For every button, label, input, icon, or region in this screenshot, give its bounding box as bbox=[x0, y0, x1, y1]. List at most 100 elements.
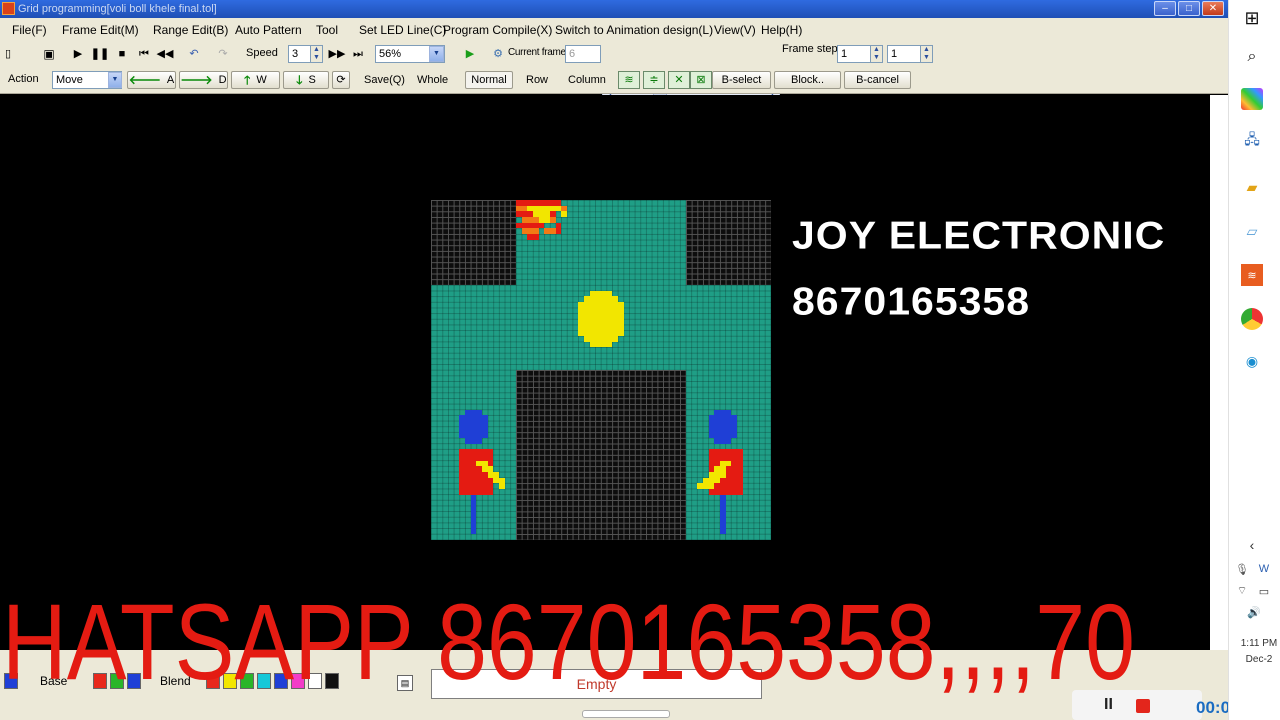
menu-switch-animation[interactable]: Switch to Animation design(L) bbox=[555, 23, 713, 37]
camera-app-icon[interactable]: ◉ bbox=[1241, 350, 1263, 372]
whatsapp-overlay-text: HATSAPP 8670165358,,,,70 bbox=[2, 581, 1135, 702]
grid-dark-bottom-center bbox=[516, 370, 686, 540]
recorder-stop-button[interactable] bbox=[1136, 699, 1150, 713]
rotate-button[interactable]: ⟳ bbox=[332, 71, 350, 89]
menu-auto-pattern[interactable]: Auto Pattern bbox=[235, 23, 302, 37]
window-title: Grid programming[voli boll khele final.t… bbox=[18, 3, 217, 15]
distribute-icon[interactable]: ≑ bbox=[643, 71, 665, 89]
b-cancel-button[interactable]: B-cancel bbox=[844, 71, 911, 89]
network-app-icon[interactable]: 🖧 bbox=[1241, 130, 1263, 152]
arrow-down-icon: 🡓 bbox=[296, 73, 303, 87]
first-frame-icon[interactable]: ⏮ bbox=[136, 46, 152, 62]
paint-app-icon[interactable] bbox=[1241, 88, 1263, 110]
player-head-pixel bbox=[459, 415, 488, 438]
normal-mode-button[interactable]: Normal bbox=[465, 71, 513, 89]
align-icon[interactable]: ≋ bbox=[618, 71, 640, 89]
horizontal-scrollbar[interactable] bbox=[582, 710, 670, 718]
volume-icon[interactable]: 🔊 bbox=[1243, 601, 1265, 623]
grid-dark-top-right bbox=[686, 200, 771, 285]
battery-icon[interactable]: ▭ bbox=[1253, 580, 1275, 602]
player-arm-pixel bbox=[720, 460, 732, 467]
menu-file[interactable]: File(F) bbox=[12, 23, 47, 37]
chevron-down-icon[interactable]: ▼ bbox=[108, 72, 122, 88]
frame-settings-icon[interactable]: ⚙ bbox=[490, 46, 506, 62]
recorder-controls: II bbox=[1072, 690, 1202, 720]
arrow-right-icon: 🡒 bbox=[180, 73, 213, 87]
sun-ray-pixel bbox=[555, 222, 562, 234]
windows-start-icon[interactable]: ⊞ bbox=[1241, 7, 1263, 29]
frame-step-spinner[interactable]: ▲ ▼ bbox=[870, 45, 883, 63]
player-arm-pixel bbox=[708, 472, 726, 478]
move-down-button[interactable]: 🡓 S bbox=[283, 71, 329, 89]
previous-frame-icon[interactable]: ◀◀ bbox=[157, 46, 174, 62]
save-button[interactable]: Save(Q) bbox=[364, 74, 405, 86]
menu-bar: File(F) Frame Edit(M) Range Edit(B) Auto… bbox=[0, 18, 1228, 42]
next-frame-icon[interactable]: ▶▶ bbox=[329, 46, 346, 62]
menu-set-led-line[interactable]: Set LED Line(C) bbox=[359, 23, 446, 37]
column-mode-button[interactable]: Column bbox=[568, 74, 606, 86]
close-button[interactable]: ✕ bbox=[1202, 1, 1224, 16]
menu-range-edit[interactable]: Range Edit(B) bbox=[153, 23, 228, 37]
last-frame-icon[interactable]: ⏭ bbox=[350, 46, 366, 62]
word-icon[interactable]: W bbox=[1253, 558, 1275, 580]
led-grid[interactable] bbox=[431, 200, 771, 540]
current-frame-label: Current frame bbox=[508, 47, 566, 58]
speed-input[interactable]: 3 bbox=[288, 45, 312, 63]
save-disk-icon[interactable]: ▣ bbox=[41, 46, 57, 62]
run-icon[interactable]: ▶ bbox=[462, 46, 478, 62]
move-up-button[interactable]: 🡑 W bbox=[231, 71, 280, 89]
speed-spinner[interactable]: ▲ ▼ bbox=[310, 45, 323, 63]
menu-tool[interactable]: Tool bbox=[316, 23, 338, 37]
normal-mode-label: Normal bbox=[471, 74, 507, 86]
frame-step-input-2[interactable]: 1 bbox=[887, 45, 921, 63]
menu-help[interactable]: Help(H) bbox=[761, 23, 802, 37]
player-head-pixel bbox=[465, 438, 482, 444]
whole-button[interactable]: Whole bbox=[417, 74, 448, 86]
b-cancel-label: B-cancel bbox=[856, 74, 899, 86]
play-icon[interactable]: ▶ bbox=[70, 46, 86, 62]
rotate-icon: ⟳ bbox=[336, 74, 346, 86]
move-up-label: W bbox=[256, 74, 267, 86]
undo-icon[interactable]: ↶ bbox=[186, 46, 202, 62]
chrome-icon[interactable] bbox=[1241, 308, 1263, 330]
led-software-icon[interactable]: ≋ bbox=[1241, 264, 1263, 286]
minimize-button[interactable]: – bbox=[1154, 1, 1176, 16]
brand-phone: 8670165358 bbox=[792, 279, 1031, 323]
cross-icon[interactable]: ✕ bbox=[668, 71, 690, 89]
block-button[interactable]: Block.. bbox=[774, 71, 841, 89]
stop-icon[interactable]: ■ bbox=[114, 46, 130, 62]
move-left-button[interactable]: 🡐 A bbox=[127, 71, 176, 89]
sun-ray-pixel bbox=[550, 205, 562, 212]
pause-icon[interactable]: ❚❚ bbox=[91, 46, 109, 62]
speed-label: Speed bbox=[246, 47, 278, 59]
frame-step-spinner-2[interactable]: ▲ ▼ bbox=[920, 45, 933, 63]
search-icon[interactable]: ⌕ bbox=[1241, 46, 1263, 68]
frame-step-input[interactable]: 1 bbox=[837, 45, 871, 63]
vertical-scrollbar[interactable] bbox=[1210, 95, 1228, 650]
wifi-icon[interactable]: ⌔ bbox=[1231, 580, 1253, 602]
recorder-pause-button[interactable]: II bbox=[1104, 696, 1113, 714]
arrow-up-icon: 🡑 bbox=[244, 73, 251, 87]
menu-frame-edit[interactable]: Frame Edit(M) bbox=[62, 23, 139, 37]
menu-view[interactable]: View(V) bbox=[714, 23, 756, 37]
redo-icon[interactable]: ↷ bbox=[215, 46, 231, 62]
chevron-down-icon[interactable]: ▼ bbox=[429, 46, 444, 62]
new-file-icon[interactable]: ▯ bbox=[0, 46, 16, 62]
maximize-button[interactable]: □ bbox=[1178, 1, 1200, 16]
notes-app-icon[interactable]: ▱ bbox=[1241, 220, 1263, 242]
sun-ray-pixel bbox=[544, 228, 556, 234]
row-mode-button[interactable]: Row bbox=[526, 74, 548, 86]
chevron-left-icon[interactable]: ‹ bbox=[1241, 534, 1263, 556]
player-leg-pixel bbox=[470, 494, 477, 535]
menu-program-compile[interactable]: Program Compile(X) bbox=[443, 23, 552, 37]
clock-date[interactable]: Dec-2 bbox=[1237, 654, 1280, 665]
current-frame-input[interactable]: 6 bbox=[565, 45, 601, 63]
move-right-button[interactable]: 🡒 D bbox=[179, 71, 228, 89]
clear-icon[interactable]: ⊠ bbox=[690, 71, 712, 89]
clock-time[interactable]: 1:11 PM bbox=[1237, 638, 1280, 649]
block-label: Block.. bbox=[790, 74, 824, 86]
player-arm-pixel bbox=[703, 477, 720, 484]
b-select-button[interactable]: B-select bbox=[712, 71, 771, 89]
folder-icon[interactable]: ▰ bbox=[1241, 176, 1263, 198]
microphone-icon[interactable]: 🎙 bbox=[1231, 558, 1253, 580]
